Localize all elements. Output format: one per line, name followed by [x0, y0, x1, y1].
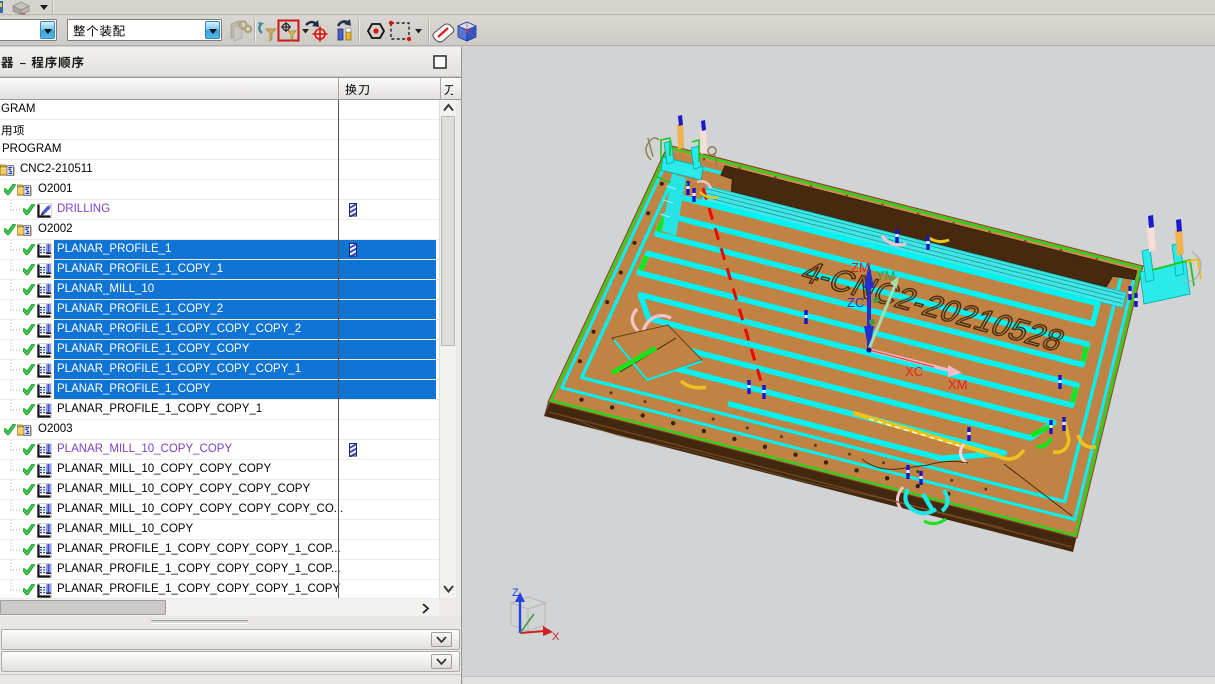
svg-text:ZM: ZM [851, 260, 870, 275]
svg-text:XM: XM [948, 377, 968, 392]
svg-text:X: X [552, 631, 560, 643]
svg-text:YM: YM [876, 268, 896, 283]
svg-text:ZC: ZC [847, 295, 864, 310]
svg-text:Z: Z [512, 587, 519, 599]
svg-text:XC: XC [905, 364, 923, 379]
